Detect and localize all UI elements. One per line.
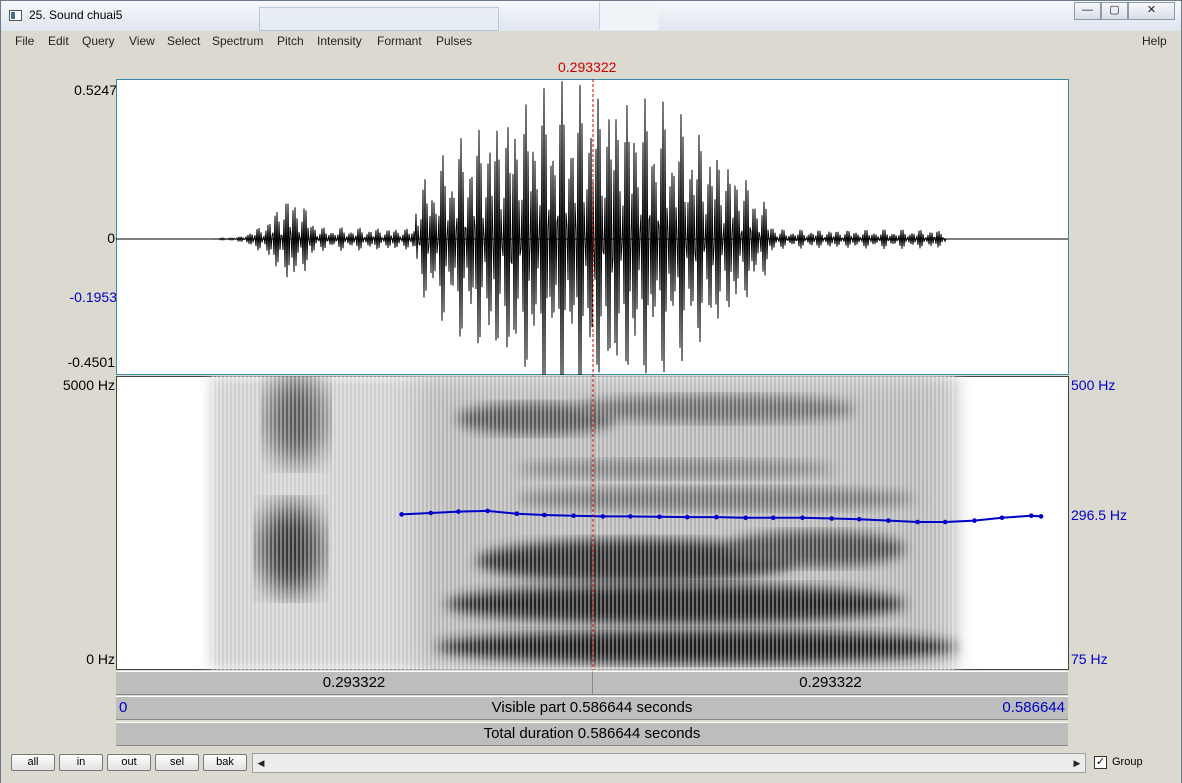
menu-pitch[interactable]: Pitch bbox=[277, 34, 304, 48]
pitch-point bbox=[743, 515, 748, 521]
title-bar[interactable]: 25. Sound chuai5 — ▢ ✕ bbox=[1, 1, 1181, 31]
menu-intensity[interactable]: Intensity bbox=[317, 34, 362, 48]
waveform-min-label: -0.4501 bbox=[67, 354, 115, 370]
pitch-point bbox=[800, 515, 805, 521]
pitch-point bbox=[999, 515, 1005, 521]
minimize-button[interactable]: — bbox=[1074, 2, 1101, 20]
group-label: Group bbox=[1112, 756, 1143, 768]
pitch-point bbox=[1029, 513, 1034, 518]
pitch-point bbox=[514, 511, 520, 516]
pitch-point bbox=[886, 518, 891, 523]
pitch-value-label: 296.5 Hz bbox=[1071, 507, 1128, 523]
pitch-point bbox=[684, 514, 690, 520]
visible-part-bar[interactable]: 0 Visible part 0.586644 seconds 0.586644 bbox=[116, 696, 1068, 720]
maximize-button[interactable]: ▢ bbox=[1101, 2, 1128, 20]
close-button[interactable]: ✕ bbox=[1128, 2, 1175, 20]
window-icon bbox=[9, 10, 22, 21]
praat-sound-window: 25. Sound chuai5 — ▢ ✕ File Edit Query V… bbox=[0, 0, 1182, 783]
spectrogram-max-freq-label: 5000 Hz bbox=[62, 377, 115, 393]
pitch-point bbox=[856, 516, 862, 522]
visible-start-time: 0 bbox=[119, 699, 128, 716]
pitch-max-label: 500 Hz bbox=[1071, 377, 1116, 393]
pitch-point bbox=[399, 512, 404, 517]
total-duration-bar[interactable]: Total duration 0.586644 seconds bbox=[116, 722, 1068, 746]
zoom-back-button[interactable]: bak bbox=[203, 754, 247, 771]
cursor-time-label: 0.293322 bbox=[558, 59, 617, 75]
menu-query[interactable]: Query bbox=[82, 34, 115, 48]
segment-left-duration[interactable]: 0.293322 bbox=[116, 671, 592, 695]
menu-file[interactable]: File bbox=[15, 34, 34, 48]
pitch-point bbox=[1038, 514, 1044, 519]
background-window-shadow-2 bbox=[599, 2, 658, 30]
pitch-point bbox=[829, 516, 834, 521]
menu-edit[interactable]: Edit bbox=[48, 34, 69, 48]
menu-help[interactable]: Help bbox=[1142, 34, 1167, 48]
background-window-shadow bbox=[259, 7, 499, 31]
pitch-point bbox=[600, 514, 606, 519]
pitch-point bbox=[456, 509, 461, 514]
visible-end-time: 0.586644 bbox=[1002, 699, 1065, 716]
menu-view[interactable]: View bbox=[129, 34, 155, 48]
signal-display[interactable] bbox=[116, 79, 1070, 671]
spectrogram-image bbox=[211, 376, 956, 670]
pitch-point bbox=[485, 508, 490, 514]
zoom-all-button[interactable]: all bbox=[11, 754, 55, 771]
zoom-selection-button[interactable]: sel bbox=[155, 754, 199, 771]
waveform-max-label: 0.5247 bbox=[74, 82, 117, 98]
pitch-point bbox=[542, 512, 547, 518]
visible-part-label: Visible part 0.586644 seconds bbox=[491, 699, 693, 716]
scroll-left-arrow-icon[interactable]: ◀ bbox=[253, 754, 269, 772]
pitch-point bbox=[972, 518, 977, 523]
bottom-toolbar: all in out sel bak ◀ ▶ ✓ Group bbox=[1, 751, 1181, 783]
group-checkbox[interactable]: ✓ bbox=[1094, 756, 1107, 769]
menu-spectrum[interactable]: Spectrum bbox=[212, 34, 263, 48]
pitch-point bbox=[714, 514, 719, 520]
scroll-right-arrow-icon[interactable]: ▶ bbox=[1069, 754, 1085, 772]
waveform-zero-label: 0 bbox=[107, 230, 115, 246]
zoom-out-button[interactable]: out bbox=[107, 754, 151, 771]
pitch-point bbox=[428, 510, 434, 516]
menu-pulses[interactable]: Pulses bbox=[436, 34, 472, 48]
pitch-min-label: 75 Hz bbox=[1071, 651, 1108, 667]
menu-select[interactable]: Select bbox=[167, 34, 200, 48]
zoom-in-button[interactable]: in bbox=[59, 754, 103, 771]
pitch-point bbox=[571, 513, 576, 518]
window-title: 25. Sound chuai5 bbox=[29, 8, 123, 22]
pitch-point bbox=[628, 514, 633, 519]
horizontal-scrollbar[interactable]: ◀ ▶ bbox=[252, 753, 1086, 773]
pitch-point bbox=[657, 514, 662, 520]
pitch-point bbox=[942, 519, 948, 525]
segment-right-duration[interactable]: 0.293322 bbox=[592, 671, 1068, 695]
spectrogram-min-freq-label: 0 Hz bbox=[86, 651, 115, 667]
editor-panel: 0.293322 0.5247 0 -0.1953 -0.4501 5000 H… bbox=[11, 51, 1173, 751]
pitch-point bbox=[770, 515, 776, 521]
menu-formant[interactable]: Formant bbox=[377, 34, 422, 48]
menu-bar: File Edit Query View Select Spectrum Pit… bbox=[1, 31, 1181, 51]
pitch-point bbox=[915, 519, 920, 525]
waveform-cursor-value-label: -0.1953 bbox=[69, 289, 117, 305]
